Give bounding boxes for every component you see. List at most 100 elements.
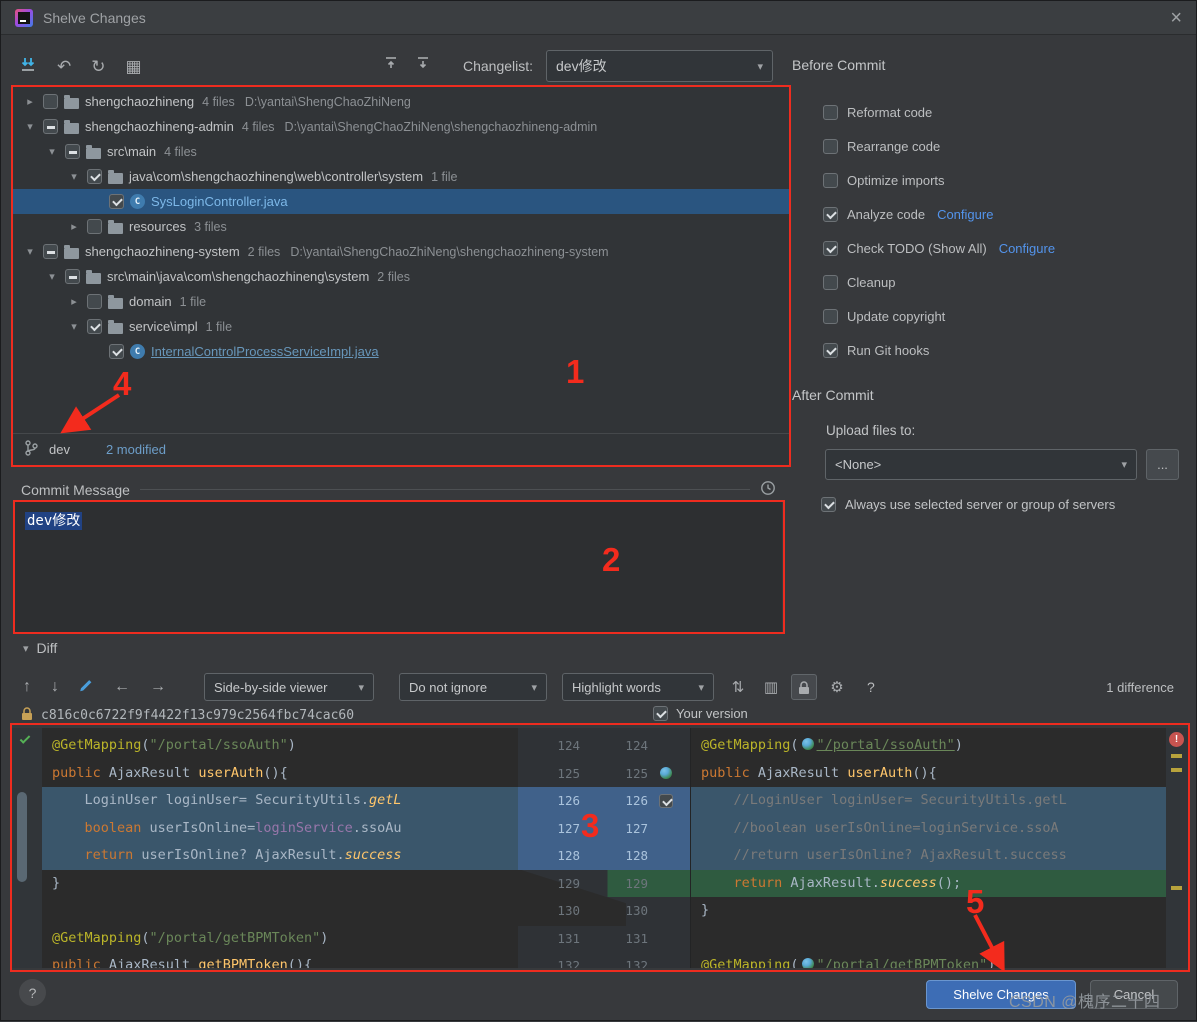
option-checkbox[interactable] <box>823 173 838 188</box>
option-checkbox[interactable] <box>823 275 838 290</box>
diff-right-pane[interactable]: @GetMapping("/portal/ssoAuth")public Aja… <box>690 728 1166 968</box>
rollback-icon[interactable]: ↶ <box>57 58 71 75</box>
commit-message-input[interactable]: dev修改 <box>15 502 782 632</box>
tree-row[interactable]: CSysLoginController.java <box>13 189 789 214</box>
tree-row[interactable]: ▾src\main4 files <box>13 139 789 164</box>
tree-checkbox[interactable] <box>109 344 124 359</box>
help-button[interactable]: ? <box>19 979 46 1006</box>
your-version-checkbox[interactable] <box>653 706 668 721</box>
close-icon[interactable]: × <box>1170 8 1182 28</box>
tree-checkbox[interactable] <box>65 144 80 159</box>
line-number-row: 127127 <box>518 815 690 843</box>
before-commit-item[interactable]: Optimize imports <box>823 163 1192 197</box>
refresh-icon[interactable]: ↻ <box>91 58 105 75</box>
before-commit-item[interactable]: Rearrange code <box>823 129 1192 163</box>
right-line-number: 128 <box>592 848 648 863</box>
warning-mark-icon[interactable] <box>1171 754 1182 758</box>
error-badge-icon[interactable]: ! <box>1169 732 1184 747</box>
error-stripe[interactable]: ! <box>1166 728 1188 968</box>
edit-source-icon[interactable] <box>79 677 94 697</box>
chevron-right-icon[interactable]: ▸ <box>67 220 81 233</box>
viewer-mode-dropdown[interactable]: Side-by-side viewer ▾ <box>204 673 374 701</box>
tree-checkbox[interactable] <box>87 319 102 334</box>
diff-help-icon[interactable]: ? <box>867 679 875 695</box>
right-line-number: 125 <box>592 766 648 781</box>
node-label: shengchaozhineng <box>85 94 194 109</box>
tree-checkbox[interactable] <box>43 94 58 109</box>
chevron-right-icon[interactable]: ▸ <box>23 95 37 108</box>
option-checkbox[interactable] <box>823 105 838 120</box>
tree-row[interactable]: ▾service\impl1 file <box>13 314 789 339</box>
modified-count[interactable]: 2 modified <box>106 442 166 457</box>
file-tree-panel: ▸shengchaozhineng4 filesD:\yantai\ShengC… <box>13 87 789 465</box>
chevron-down-icon[interactable]: ▾ <box>67 170 81 183</box>
before-commit-item[interactable]: Reformat code <box>823 95 1192 129</box>
configure-link[interactable]: Configure <box>937 207 993 222</box>
disable-editing-lock-icon[interactable] <box>791 674 817 700</box>
tree-row[interactable]: ▾src\main\java\com\shengchaozhineng\syst… <box>13 264 789 289</box>
server-dropdown[interactable]: <None> ▾ <box>825 449 1137 480</box>
warning-mark-icon[interactable] <box>1171 886 1182 890</box>
chevron-down-icon[interactable]: ▾ <box>45 270 59 283</box>
your-version-row: Your version <box>653 706 748 721</box>
tree-row[interactable]: ▾java\com\shengchaozhineng\web\controlle… <box>13 164 789 189</box>
changelist-dropdown[interactable]: dev修改 ▾ <box>546 50 773 82</box>
tree-row[interactable]: ▾shengchaozhineng-admin4 filesD:\yantai\… <box>13 114 789 139</box>
tree-row[interactable]: CInternalControlProcessServiceImpl.java <box>13 339 789 364</box>
branch-name[interactable]: dev <box>49 442 70 457</box>
collapse-all-icon[interactable] <box>383 55 399 74</box>
tree-row[interactable]: ▸shengchaozhineng4 filesD:\yantai\ShengC… <box>13 89 789 114</box>
left-line-number: 130 <box>518 903 580 918</box>
line-checkbox[interactable] <box>659 794 673 808</box>
group-by-icon[interactable]: ▦ <box>126 58 142 75</box>
collapse-unchanged-icon[interactable]: ⇅ <box>725 674 751 700</box>
previous-change-icon[interactable]: ↑ <box>23 678 31 696</box>
intellij-logo-icon <box>15 9 33 27</box>
option-checkbox[interactable] <box>823 207 838 222</box>
file-tree[interactable]: ▸shengchaozhineng4 filesD:\yantai\ShengC… <box>13 89 789 364</box>
lock-icon <box>21 706 33 724</box>
highlight-mode-dropdown[interactable]: Highlight words ▾ <box>562 673 714 701</box>
before-commit-item[interactable]: Update copyright <box>823 299 1192 333</box>
shelve-silently-icon[interactable] <box>19 56 37 77</box>
before-commit-item[interactable]: Run Git hooks <box>823 333 1192 367</box>
tree-checkbox[interactable] <box>43 119 58 134</box>
option-checkbox[interactable] <box>823 343 838 358</box>
expand-all-icon[interactable] <box>415 55 431 74</box>
tree-checkbox[interactable] <box>109 194 124 209</box>
tree-checkbox[interactable] <box>43 244 58 259</box>
ignore-policy-dropdown[interactable]: Do not ignore ▾ <box>399 673 547 701</box>
tree-row[interactable]: ▾shengchaozhineng-system2 filesD:\yantai… <box>13 239 789 264</box>
diff-section-header[interactable]: ▾ Diff <box>23 640 57 656</box>
left-line-number: 127 <box>518 821 580 836</box>
option-checkbox[interactable] <box>823 309 838 324</box>
synchronize-panes-icon[interactable]: ▥ <box>758 674 784 700</box>
chevron-down-icon[interactable]: ▾ <box>67 320 81 333</box>
previous-difference-icon[interactable]: ← <box>114 678 130 696</box>
tree-checkbox[interactable] <box>87 219 102 234</box>
before-commit-item[interactable]: Analyze codeConfigure <box>823 197 1192 231</box>
next-difference-icon[interactable]: → <box>150 678 166 696</box>
before-commit-item[interactable]: Check TODO (Show All)Configure <box>823 231 1192 265</box>
option-checkbox[interactable] <box>823 139 838 154</box>
tree-checkbox[interactable] <box>65 269 80 284</box>
tree-row[interactable]: ▸resources3 files <box>13 214 789 239</box>
commit-history-icon[interactable] <box>760 480 776 499</box>
tree-checkbox[interactable] <box>87 294 102 309</box>
chevron-down-icon[interactable]: ▾ <box>23 120 37 133</box>
diff-left-pane[interactable]: @GetMapping("/portal/ssoAuth")public Aja… <box>42 728 518 968</box>
option-checkbox[interactable] <box>823 241 838 256</box>
node-label: domain <box>129 294 172 309</box>
settings-gear-icon[interactable]: ⚙ <box>824 674 850 700</box>
chevron-down-icon[interactable]: ▾ <box>45 145 59 158</box>
before-commit-item[interactable]: Cleanup <box>823 265 1192 299</box>
chevron-down-icon[interactable]: ▾ <box>23 245 37 258</box>
chevron-right-icon[interactable]: ▸ <box>67 295 81 308</box>
tree-checkbox[interactable] <box>87 169 102 184</box>
always-use-server-checkbox[interactable] <box>821 497 836 512</box>
configure-link[interactable]: Configure <box>999 241 1055 256</box>
warning-mark-icon[interactable] <box>1171 768 1182 772</box>
next-change-icon[interactable]: ↓ <box>51 678 59 696</box>
tree-row[interactable]: ▸domain1 file <box>13 289 789 314</box>
browse-button[interactable]: ... <box>1146 449 1179 480</box>
